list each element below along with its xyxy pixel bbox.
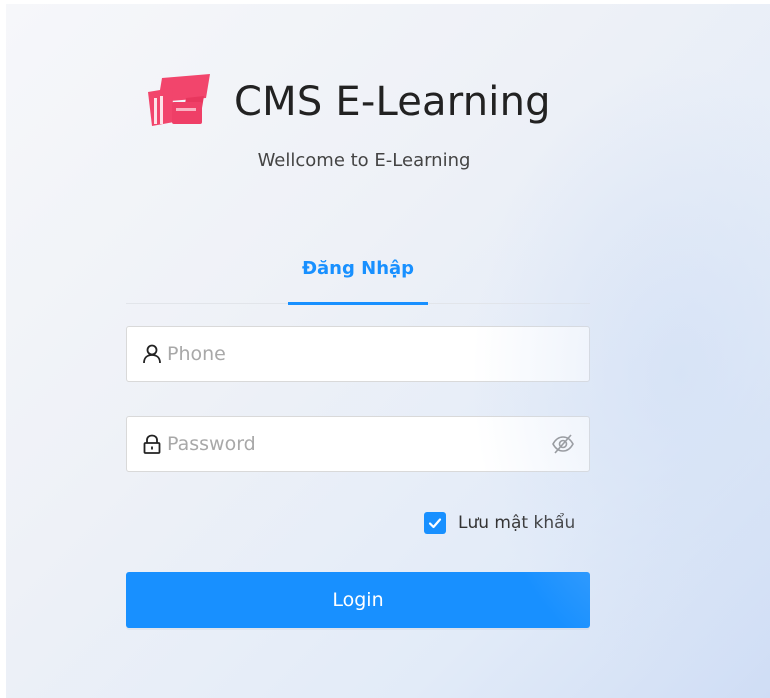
password-field[interactable] [126,416,590,472]
brand-header: CMS E-Learning [146,70,551,134]
login-button[interactable]: Login [126,572,590,628]
phone-input[interactable] [167,327,575,381]
user-icon [143,344,161,364]
check-icon [428,518,442,529]
remember-checkbox[interactable] [424,512,446,534]
password-input[interactable] [167,417,551,471]
eye-invisible-icon[interactable] [551,432,575,456]
remember-password[interactable]: Lưu mật khẩu [424,511,575,535]
auth-tabs: Đăng Nhập [126,252,590,305]
phone-field[interactable] [126,326,590,382]
login-page: CMS E-Learning Wellcome to E-Learning Đă… [6,4,770,698]
remember-label: Lưu mật khẩu [458,513,576,533]
graduation-cap-icon [148,74,210,126]
app-title: CMS E-Learning [234,79,551,125]
active-tab-indicator [288,302,428,305]
welcome-subtitle: Wellcome to E-Learning [257,150,471,171]
tab-login[interactable]: Đăng Nhập [288,252,428,304]
lock-icon [143,434,161,454]
